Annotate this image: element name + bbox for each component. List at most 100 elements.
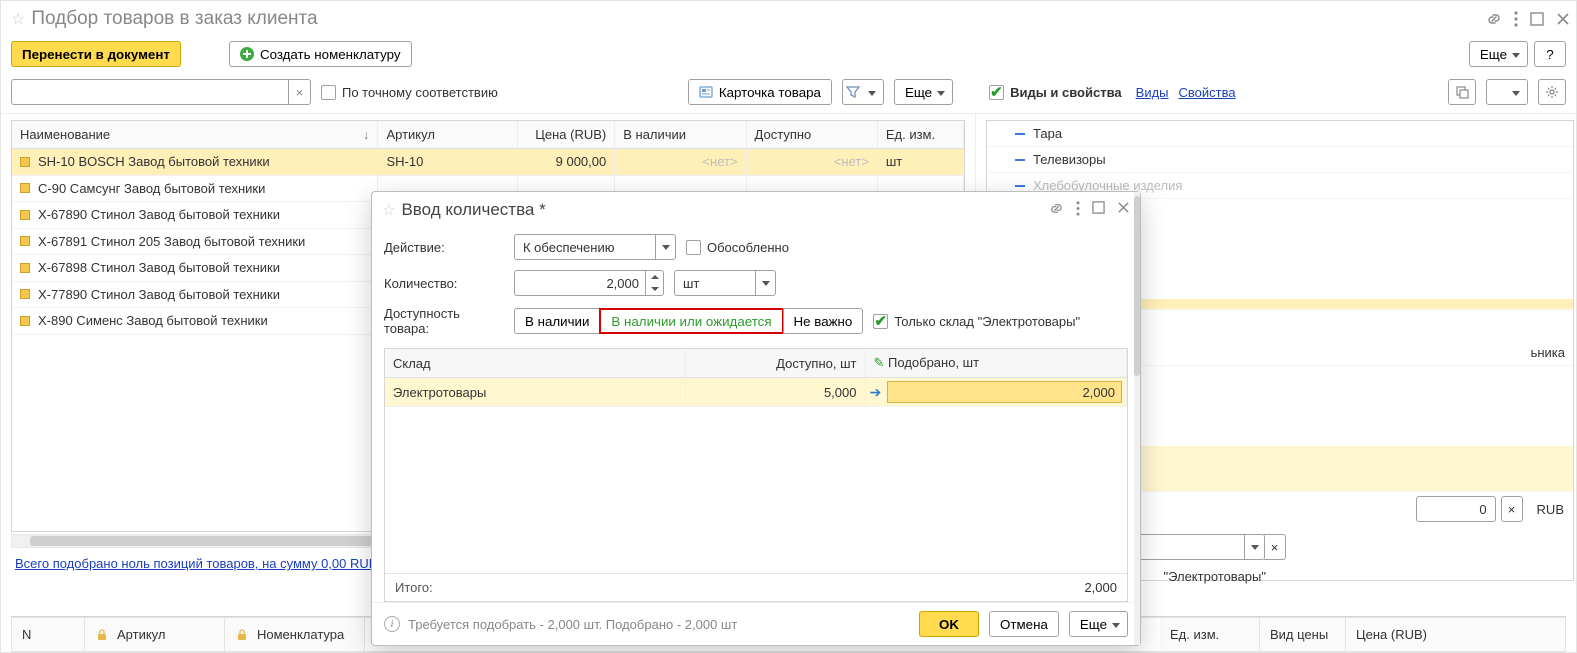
ok-button[interactable]: OK (919, 611, 979, 637)
dialog-table-row[interactable]: Электротовары 5,000 ➔ 2,000 (385, 378, 1127, 407)
picked-col-sku[interactable]: Артикул (85, 617, 225, 652)
settings-button[interactable] (1538, 79, 1566, 105)
unit-combo[interactable]: шт (674, 270, 776, 296)
folder-node-icon (20, 289, 30, 299)
table-row[interactable]: SH-10 BOSCH Завод бытовой техникиSH-109 … (12, 149, 964, 176)
dcol-picked[interactable]: ✎ Подобрано, шт (865, 349, 1127, 378)
search-clear-button[interactable]: × (289, 79, 311, 105)
search-input[interactable] (18, 84, 282, 101)
link-icon[interactable] (1049, 201, 1064, 219)
product-card-button[interactable]: Карточка товара (688, 79, 832, 105)
currency-label: RUB (1537, 502, 1564, 517)
favorite-star-icon[interactable]: ☆ (382, 201, 395, 219)
window-titlebar: ☆ Подбор товаров в заказ клиента (1, 1, 1576, 37)
availability-segmented: В наличии В наличии или ожидается Не важ… (514, 308, 863, 334)
spin-down-icon[interactable] (646, 283, 663, 295)
spin-up-icon[interactable] (646, 271, 663, 283)
copy-panel-button[interactable] (1448, 79, 1476, 105)
maximize-icon[interactable] (1092, 201, 1105, 219)
isolated-label: Обособленно (707, 240, 789, 255)
arrow-right-icon[interactable]: ➔ (870, 384, 882, 401)
dialog-scrollbar[interactable] (1134, 192, 1140, 645)
kinds-link[interactable]: Виды (1136, 85, 1169, 100)
checkbox-icon (989, 85, 1004, 100)
close-icon[interactable] (1556, 12, 1570, 26)
tree-item[interactable]: Тара (987, 121, 1573, 147)
close-icon[interactable] (1117, 201, 1130, 219)
kebab-icon[interactable] (1076, 201, 1080, 219)
picked-col-pricetype[interactable]: Вид цены (1260, 617, 1346, 652)
lock-icon (235, 628, 249, 642)
isolated-checkbox[interactable]: Обособленно (686, 240, 789, 255)
add-group-button[interactable] (1486, 79, 1528, 105)
folder-node-icon (20, 263, 30, 273)
dcol-available[interactable]: Доступно, шт (685, 349, 865, 378)
info-icon: i (384, 616, 400, 632)
drow-warehouse: Электротовары (385, 378, 685, 407)
search-input-wrap[interactable] (11, 79, 289, 105)
props-link[interactable]: Свойства (1179, 85, 1236, 100)
folder-node-icon (20, 157, 30, 167)
transfer-to-document-button[interactable]: Перенести в документ (11, 41, 181, 67)
tree-item-label: Телевизоры (1033, 152, 1106, 167)
kinds-props-checkbox[interactable]: Виды и свойства (989, 85, 1122, 100)
link-icon[interactable] (1486, 11, 1502, 27)
picked-col-n[interactable]: N (11, 617, 85, 652)
picked-col-nom[interactable]: Номенклатура (225, 617, 365, 652)
picked-col-unit[interactable]: Ед. изм. (1160, 617, 1260, 652)
favorite-star-icon[interactable]: ☆ (11, 9, 25, 29)
col-stock[interactable]: В наличии (615, 121, 746, 149)
cancel-button[interactable]: Отмена (989, 611, 1059, 637)
seg-any[interactable]: Не важно (783, 308, 864, 334)
picked-input[interactable]: 2,000 (887, 381, 1122, 403)
drow-available: 5,000 (685, 378, 865, 407)
only-warehouse-label: Только склад "Электротовары" (894, 314, 1080, 329)
action-combo[interactable]: К обеспечению (514, 234, 676, 260)
tree-item[interactable]: Телевизоры (987, 147, 1573, 173)
kebab-icon[interactable] (1514, 11, 1518, 27)
summary-link[interactable]: Всего подобрано ноль позиций товаров, на… (15, 556, 377, 571)
search-wrap: × (11, 79, 311, 105)
total-label: Итого: (395, 580, 433, 595)
qty-value: 2,000 (515, 271, 645, 295)
maximize-icon[interactable] (1530, 12, 1544, 26)
checkbox-icon (686, 240, 701, 255)
unit-value: шт (675, 271, 755, 295)
dcol-warehouse[interactable]: Склад (385, 349, 685, 378)
col-unit[interactable]: Ед. изм. (877, 121, 963, 149)
create-nomenclature-button[interactable]: Создать номенклатуру (229, 41, 412, 67)
more-button[interactable]: Еще (1469, 41, 1528, 67)
zero-input[interactable]: 0 (1416, 496, 1496, 522)
quantity-dialog: ☆ Ввод количества * Действие: К обеспече… (371, 191, 1141, 646)
help-button[interactable]: ? (1534, 41, 1566, 67)
drow-picked-cell[interactable]: ➔ 2,000 (865, 378, 1127, 407)
exact-match-label: По точному соответствию (342, 85, 498, 100)
only-warehouse-checkbox[interactable]: Только склад "Электротовары" (873, 314, 1080, 329)
seg-in-stock[interactable]: В наличии (514, 308, 600, 334)
exact-match-checkbox[interactable]: По точному соответствию (321, 85, 498, 100)
availability-label: Доступность товара: (384, 306, 504, 336)
scrollbar-thumb[interactable] (1134, 196, 1140, 376)
product-card-label: Карточка товара (719, 85, 821, 100)
window-title: Подбор товаров в заказ клиента (31, 8, 317, 30)
clear-mini-button[interactable]: × (1264, 534, 1286, 560)
col-name[interactable]: Наименование↓ (12, 121, 378, 149)
picked-col-price[interactable]: Цена (RUB) (1346, 617, 1566, 652)
dialog-hint-text: Требуется подобрать - 2,000 шт. Подобран… (408, 617, 737, 632)
col-sku[interactable]: Артикул (378, 121, 518, 149)
create-nomenclature-label: Создать номенклатуру (260, 47, 401, 62)
tree-node-icon (1015, 159, 1025, 161)
seg-in-stock-or-expected[interactable]: В наличии или ожидается (599, 308, 783, 334)
main-toolbar: Перенести в документ Создать номенклатур… (1, 37, 1576, 75)
filter-toolbar: × По точному соответствию Карточка товар… (1, 75, 1576, 114)
filter-funnel-button[interactable] (842, 79, 884, 105)
filter-more-button[interactable]: Еще (894, 79, 953, 105)
table-header-row: Наименование↓ Артикул Цена (RUB) В налич… (12, 121, 964, 149)
quantity-stepper[interactable]: 2,000 (514, 270, 664, 296)
col-avail[interactable]: Доступно (746, 121, 877, 149)
card-icon (699, 85, 713, 99)
clear-mini-button[interactable]: × (1501, 496, 1523, 522)
dialog-more-button[interactable]: Еще (1069, 611, 1128, 637)
qty-label: Количество: (384, 276, 504, 291)
col-price[interactable]: Цена (RUB) (518, 121, 615, 149)
